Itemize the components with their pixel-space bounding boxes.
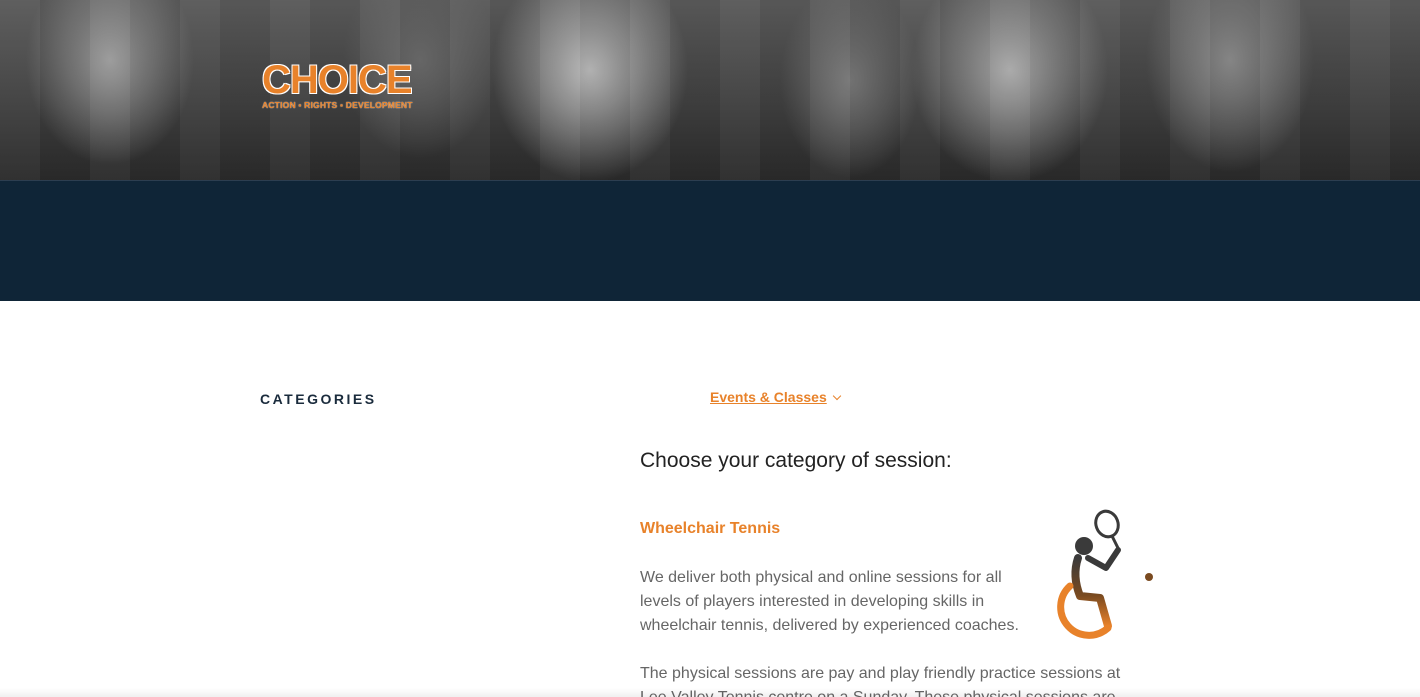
chevron-down-icon [539, 391, 549, 400]
nav-item-label: Get Involved [450, 389, 535, 405]
category-description: We deliver both physical and online sess… [640, 569, 1019, 634]
footer-shadow [0, 688, 1420, 697]
nav-item-contact-us[interactable]: Contact Us [585, 389, 674, 405]
nav-item-get-involved[interactable]: Get Involved [450, 389, 549, 405]
wheelchair-tennis-icon [1036, 506, 1158, 646]
nav-item-donor-dashboard[interactable]: Donor Dashboard [969, 389, 1087, 405]
chevron-down-icon [664, 391, 674, 400]
chevron-down-icon [923, 391, 933, 400]
chevron-down-icon [403, 391, 413, 400]
nav-item-label: Donor Dashboard [969, 389, 1088, 405]
nav-item-sports-equipment[interactable]: Sports Equipment [258, 438, 379, 454]
nav-item-label: Log In [876, 389, 918, 405]
intro-text: Choose your category of session: [640, 449, 952, 472]
nav-item-events-classes[interactable]: Events & Classes [710, 389, 841, 405]
header-photo [0, 0, 1420, 180]
site-logo[interactable]: CHOICE ACTION ▪ RIGHTS ▪ DEVELOPMENT [262, 60, 422, 112]
logo-wordmark: CHOICE [262, 58, 413, 102]
nav-item-label: Sports Equipment [258, 438, 379, 454]
chevron-down-icon [832, 391, 841, 400]
header-banner: CHOICE ACTION ▪ RIGHTS ▪ DEVELOPMENT [0, 0, 1420, 180]
page-title: CATEGORIES [260, 391, 377, 407]
nav-item-label: Events & Classes [710, 389, 827, 405]
logo-tagline: ACTION ▪ RIGHTS ▪ DEVELOPMENT [262, 100, 413, 110]
category-link-wheelchair-tennis[interactable]: Wheelchair Tennis [640, 520, 780, 538]
nav-item-log-in[interactable]: Log In [876, 389, 933, 405]
main-navigation: Home About Us Get Involved Contact Us Ev… [0, 180, 1420, 454]
nav-item-label: Contact Us [585, 389, 659, 405]
